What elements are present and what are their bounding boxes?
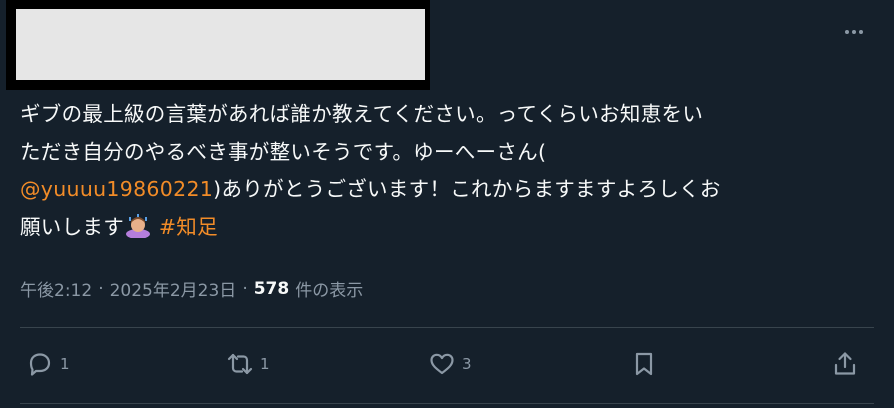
bookmark-button[interactable] bbox=[630, 342, 658, 386]
like-count: 3 bbox=[462, 355, 472, 373]
person-bowing-emoji bbox=[126, 213, 150, 238]
bookmark-icon bbox=[635, 352, 653, 376]
tweet-metadata: 午後2:12 · 2025年2月23日 · 578 件の表示 bbox=[20, 276, 364, 302]
reply-icon bbox=[29, 353, 51, 376]
tweet-text-line: ギブの最上級の言葉があれば誰か教えてください。ってくらいお知恵をい bbox=[20, 102, 704, 126]
meta-separator: · bbox=[98, 278, 104, 299]
more-icon bbox=[845, 30, 849, 34]
tweet-text-line: )ありがとうございます！これからますますよろしくお bbox=[213, 177, 721, 201]
tweet-text-line: ただき自分のやるべき事が整いそうです。ゆーへーさん( bbox=[20, 139, 547, 164]
heart-icon bbox=[430, 353, 454, 375]
retweet-count: 1 bbox=[260, 355, 270, 373]
meta-separator: · bbox=[242, 278, 248, 299]
retweet-button[interactable]: 1 bbox=[226, 342, 270, 386]
tweet-date[interactable]: 2025年2月23日 bbox=[110, 276, 237, 301]
hashtag-link[interactable]: #知足 bbox=[159, 215, 218, 239]
tweet-text: ギブの最上級の言葉があれば誰か教えてください。ってくらいお知恵をい ただき自分の… bbox=[20, 96, 870, 246]
views-count[interactable]: 578 bbox=[254, 279, 290, 299]
more-options-button[interactable] bbox=[838, 22, 870, 42]
share-button[interactable] bbox=[831, 342, 859, 386]
redacted-author-block bbox=[6, 0, 430, 90]
mention-link[interactable]: @yuuuu19860221 bbox=[20, 177, 213, 201]
tweet-text-line: 願いします bbox=[20, 214, 124, 239]
divider bbox=[20, 327, 874, 328]
like-button[interactable]: 3 bbox=[428, 342, 472, 386]
reply-count: 1 bbox=[60, 355, 70, 373]
divider bbox=[20, 403, 874, 404]
redacted-author-box bbox=[16, 9, 425, 80]
tweet-time[interactable]: 午後2:12 bbox=[20, 276, 92, 301]
reply-button[interactable]: 1 bbox=[26, 342, 70, 386]
share-icon bbox=[834, 352, 856, 375]
views-label: 件の表示 bbox=[295, 281, 364, 301]
tweet: ギブの最上級の言葉があれば誰か教えてください。ってくらいお知恵をい ただき自分の… bbox=[0, 0, 894, 408]
retweet-icon bbox=[227, 353, 253, 375]
action-bar: 1 1 3 bbox=[0, 342, 894, 386]
